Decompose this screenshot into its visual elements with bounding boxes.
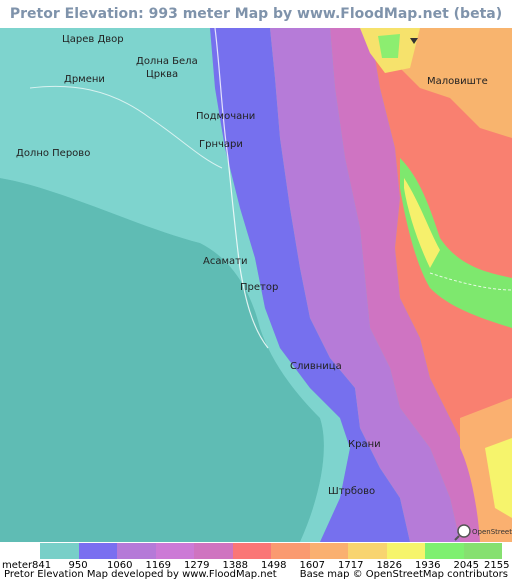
osm-badge-label: OpenStreetMap: [472, 528, 512, 536]
page: Pretor Elevation: 993 meter Map by www.F…: [0, 0, 512, 582]
title-bar: Pretor Elevation: 993 meter Map by www.F…: [0, 0, 512, 28]
place-label[interactable]: Крани: [348, 439, 381, 450]
legend-swatch: [232, 543, 271, 559]
legend-swatch: [348, 543, 387, 559]
osm-magnifier-icon: [457, 524, 471, 538]
place-label[interactable]: Подмочани: [196, 111, 255, 122]
legend-swatch: [40, 543, 79, 559]
page-title: Pretor Elevation: 993 meter Map by www.F…: [9, 6, 503, 22]
place-label[interactable]: Царев Двор: [62, 34, 124, 45]
legend-swatch: [309, 543, 348, 559]
footer-osm-credit[interactable]: Base map © OpenStreetMap contributors: [300, 569, 508, 580]
legend-swatch: [78, 543, 117, 559]
place-label[interactable]: Маловиште: [427, 76, 488, 87]
place-label[interactable]: Долна Бела: [136, 56, 198, 67]
elevation-legend: meter 841 950 1060 1169 1279 1388 1498 1607 1717…: [0, 543, 512, 571]
place-label[interactable]: Асамати: [203, 256, 247, 267]
legend-swatch: [271, 543, 310, 559]
legend-swatch: [463, 543, 502, 559]
place-label[interactable]: Претор: [240, 282, 278, 293]
elevation-map[interactable]: Царев Двор Долна Бела Црква Дрмени Подмо…: [0, 28, 512, 542]
legend-swatch: [425, 543, 464, 559]
legend-swatch: [117, 543, 156, 559]
footer: Pretor Elevation Map developed by www.Fl…: [0, 569, 512, 582]
map-canvas[interactable]: Царев Двор Долна Бела Црква Дрмени Подмо…: [0, 28, 512, 542]
place-label[interactable]: Сливница: [290, 361, 342, 372]
place-label[interactable]: Дрмени: [64, 74, 105, 85]
place-label[interactable]: Грнчари: [199, 139, 243, 150]
place-label[interactable]: Црква: [146, 69, 178, 80]
place-label[interactable]: Штрбово: [328, 486, 375, 497]
legend-swatch: [386, 543, 425, 559]
legend-swatch: [194, 543, 233, 559]
footer-credit[interactable]: Pretor Elevation Map developed by www.Fl…: [4, 569, 277, 580]
place-label[interactable]: Долно Перово: [16, 148, 90, 159]
legend-swatch: [155, 543, 194, 559]
